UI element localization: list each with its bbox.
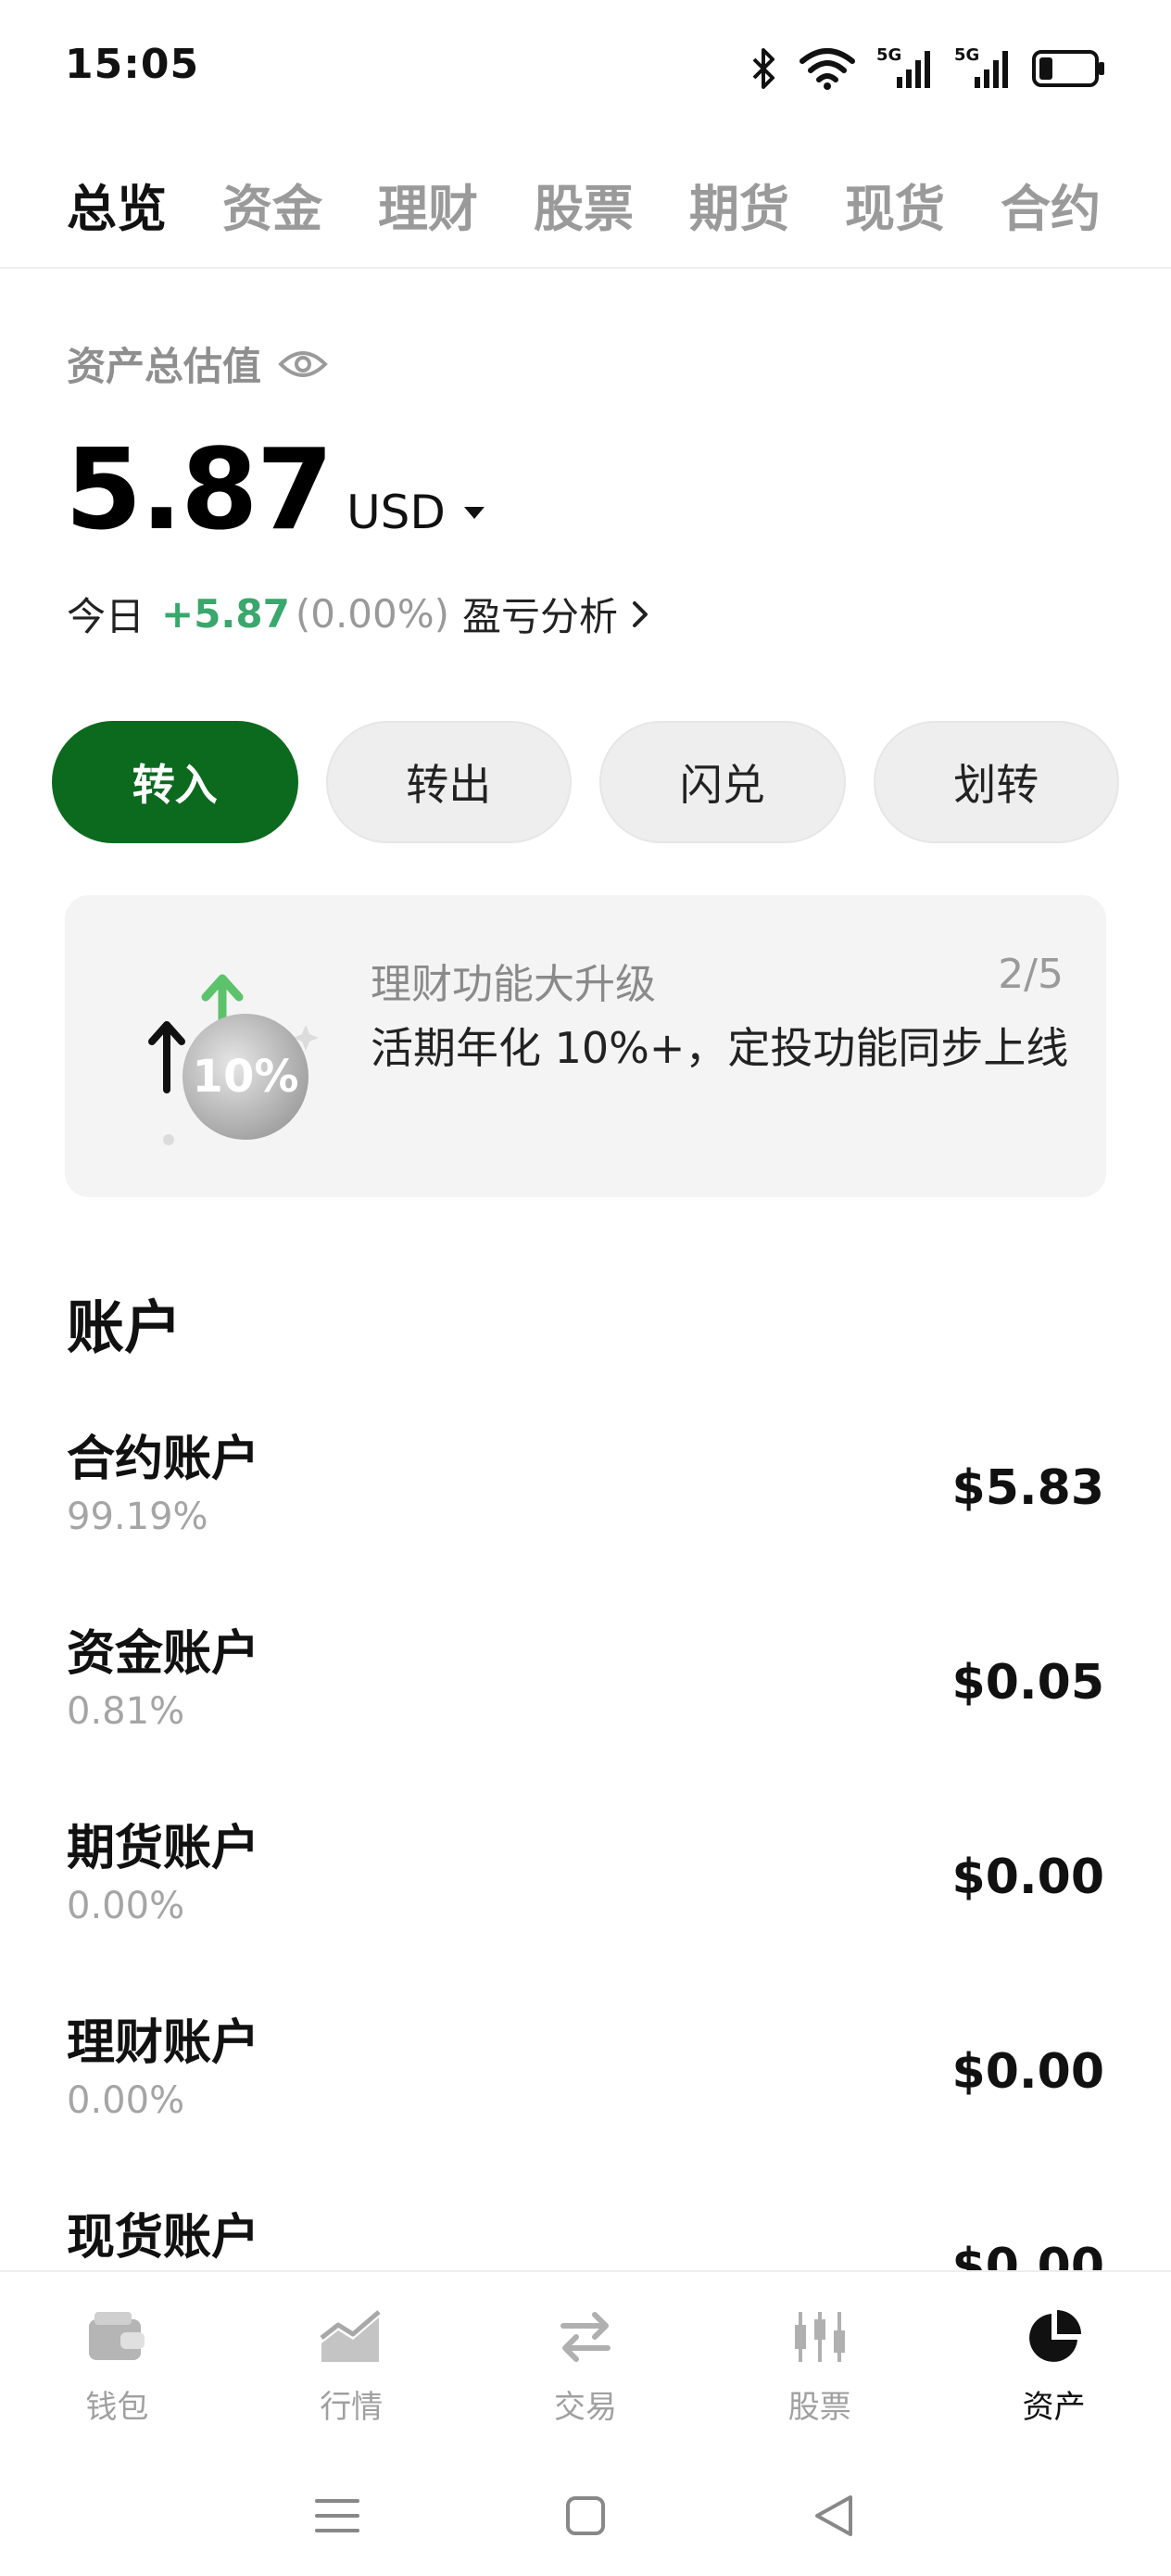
home-icon[interactable] — [558, 2488, 613, 2544]
today-pnl-value: +5.87 — [161, 591, 290, 637]
tab-stocks[interactable]: 股票 — [534, 168, 634, 241]
account-name: 合约账户 — [67, 1432, 260, 1487]
today-label: 今日 — [67, 594, 145, 639]
account-value: $5.83 — [951, 1460, 1104, 1516]
stock-candles-icon — [787, 2304, 853, 2370]
trade-swap-icon — [552, 2304, 619, 2370]
signal-5g-icon: 5G — [876, 43, 934, 95]
today-pnl-row: 今日 +5.87 (0.00%) 盈亏分析 — [67, 586, 653, 642]
account-name: 理财账户 — [67, 2015, 260, 2071]
nav-label: 交易 — [553, 2389, 617, 2426]
nav-label: 行情 — [320, 2389, 384, 2426]
accounts-section-title: 账户 — [67, 1294, 183, 1361]
tab-earn[interactable]: 理财 — [378, 168, 478, 241]
nav-assets[interactable]: 资产 — [937, 2272, 1171, 2456]
network-label: 5G — [876, 45, 901, 65]
account-share: 99.19% — [67, 1496, 208, 1538]
currency-label: USD — [346, 486, 446, 539]
battery-icon — [1032, 43, 1106, 95]
tab-spot[interactable]: 现货 — [845, 168, 945, 241]
total-assets-label: 资产总估值 — [67, 344, 262, 389]
account-share: 0.00% — [67, 1885, 185, 1927]
account-share: 0.81% — [67, 1690, 185, 1733]
nav-wallet[interactable]: 钱包 — [0, 2272, 234, 2456]
account-share: 0.00% — [67, 2079, 185, 2122]
banner-badge: 10% — [193, 1051, 299, 1103]
today-pnl-pct: (0.00%) — [295, 591, 450, 637]
nav-label: 钱包 — [85, 2389, 149, 2426]
chevron-right-icon[interactable] — [627, 596, 653, 633]
eye-icon[interactable] — [278, 347, 328, 381]
account-row-earn[interactable]: 理财账户 0.00% $0.00 — [0, 1979, 1171, 2174]
currency-selector[interactable]: USD — [346, 486, 485, 539]
account-value: $0.00 — [951, 2044, 1104, 2100]
banner-page-indicator: 2/5 — [998, 951, 1064, 998]
status-time: 15:05 — [65, 41, 200, 88]
tabs-divider — [0, 267, 1171, 269]
network-label: 5G — [954, 45, 979, 65]
account-name: 期货账户 — [67, 1821, 260, 1876]
tab-funding[interactable]: 资金 — [222, 168, 322, 241]
tab-overview[interactable]: 总览 — [67, 168, 167, 241]
account-row-futures[interactable]: 期货账户 0.00% $0.00 — [0, 1785, 1171, 1979]
bluetooth-icon — [750, 43, 778, 95]
account-row-contract[interactable]: 合约账户 99.19% $5.83 — [0, 1395, 1171, 1590]
bottom-nav: 钱包 行情 交易 股票 资产 — [0, 2270, 1171, 2456]
top-tabs: 总览 资金 理财 股票 期货 现货 合约 — [67, 167, 1171, 241]
wifi-icon — [799, 43, 856, 95]
assets-pie-icon — [1021, 2304, 1088, 2370]
status-bar: 15:05 5G 5G — [0, 0, 1171, 139]
nav-label: 股票 — [787, 2389, 851, 2426]
wallet-icon — [83, 2304, 150, 2370]
account-list: 合约账户 99.19% $5.83 资金账户 0.81% $0.05 期货账户 … — [0, 1395, 1171, 2368]
menu-icon[interactable] — [309, 2488, 365, 2544]
back-icon[interactable] — [806, 2488, 862, 2544]
account-name: 现货账户 — [67, 2210, 260, 2266]
total-amount: 5.87 — [65, 426, 334, 555]
tab-futures[interactable]: 期货 — [689, 168, 789, 241]
nav-market[interactable]: 行情 — [234, 2272, 469, 2456]
withdraw-button[interactable]: 转出 — [325, 721, 572, 843]
nav-label: 资产 — [1022, 2389, 1086, 2426]
signal-5g-icon: 5G — [954, 43, 1012, 95]
promo-banner[interactable]: 10% 理财功能大升级 2/5 活期年化 10%+，定投功能同步上线 — [65, 895, 1106, 1197]
nav-stocks[interactable]: 股票 — [702, 2272, 937, 2456]
deposit-button[interactable]: 转入 — [52, 721, 298, 843]
account-value: $0.00 — [951, 1850, 1104, 1905]
total-assets-header: 资产总估值 — [67, 335, 328, 392]
transfer-button[interactable]: 划转 — [873, 721, 1119, 843]
account-name: 资金账户 — [67, 1626, 260, 1682]
convert-button[interactable]: 闪兑 — [599, 721, 846, 843]
action-buttons: 转入 转出 闪兑 划转 — [52, 721, 1119, 843]
banner-text: 活期年化 10%+，定投功能同步上线 — [371, 1023, 1069, 1073]
caret-down-icon — [463, 507, 485, 519]
banner-title: 理财功能大升级 — [371, 961, 656, 1008]
total-amount-row: 5.87 USD — [65, 436, 485, 547]
pnl-analysis-link[interactable]: 盈亏分析 — [462, 586, 618, 642]
nav-trade[interactable]: 交易 — [469, 2272, 703, 2456]
earn-upgrade-illustration: 10% — [139, 969, 343, 1155]
market-chart-icon — [318, 2304, 384, 2370]
tab-contract[interactable]: 合约 — [1001, 168, 1101, 241]
account-row-funding[interactable]: 资金账户 0.81% $0.05 — [0, 1590, 1171, 1785]
system-nav — [0, 2456, 1171, 2576]
account-value: $0.05 — [951, 1655, 1104, 1711]
status-icons: 5G 5G — [750, 43, 1106, 95]
